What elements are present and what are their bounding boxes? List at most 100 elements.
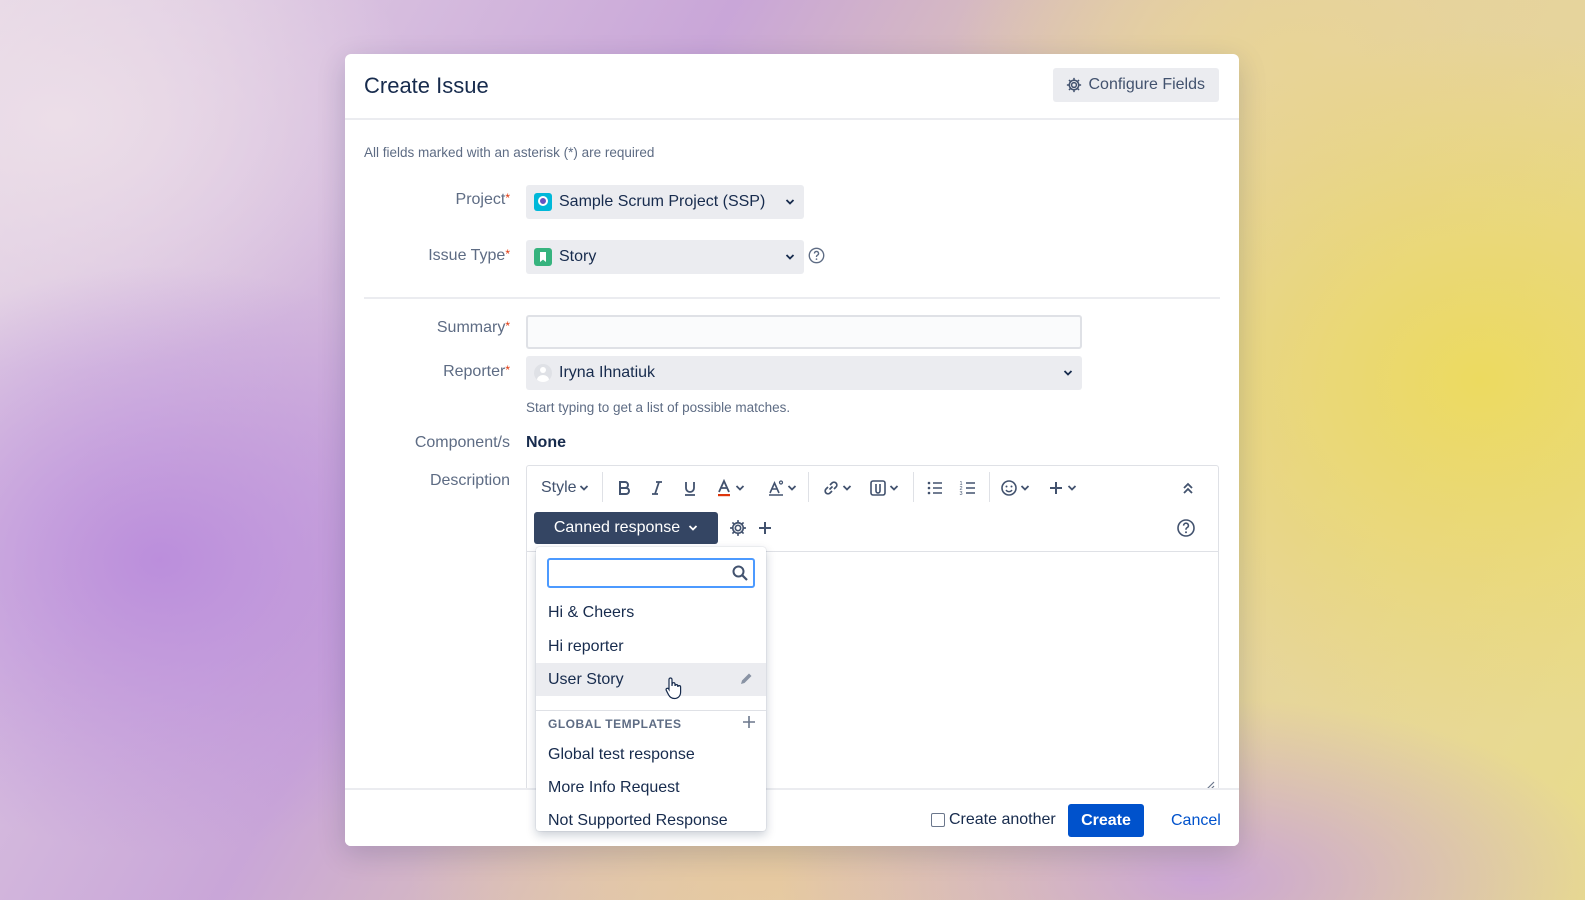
create-button[interactable]: Create [1068,804,1144,837]
chevron-down-icon [1063,370,1073,376]
reporter-hint: Start typing to get a list of possible m… [526,400,791,415]
global-templates-heading: GLOBAL TEMPLATES [548,717,682,731]
canned-item[interactable]: Global test response [536,738,766,771]
link-icon [824,481,838,495]
insert-more-button[interactable] [1047,476,1077,500]
reporter-value: Iryna Ihnatiuk [559,364,656,381]
components-label: Component/s [414,434,510,451]
canned-item-hovered[interactable]: User Story [536,663,766,696]
issue-type-select[interactable]: Story [526,240,804,274]
chevron-down-icon [579,485,588,491]
chevron-down-icon [735,485,745,491]
toolbar-divider [808,472,809,502]
attachment-button[interactable] [869,476,899,500]
dialog-footer: Create another Create Cancel [345,788,1239,846]
help-icon [1177,519,1195,537]
description-label: Description [429,472,510,489]
project-label-text: Project [455,191,506,208]
required-asterisk: * [505,363,510,377]
canned-settings-button[interactable] [728,518,748,538]
gear-icon [730,520,746,536]
gear-icon [1066,77,1081,93]
project-select[interactable]: Sample Scrum Project (SSP) [526,185,804,219]
canned-search-field[interactable] [547,558,755,588]
required-note: All fields marked with an asterisk (*) a… [364,145,655,160]
summary-input[interactable] [526,315,1082,349]
chevron-down-icon [1067,485,1077,491]
underline-icon [685,482,695,496]
dialog-header: Create Issue Configure Fields [345,54,1239,120]
plus-icon[interactable] [741,714,757,730]
configure-fields-button[interactable]: Configure Fields [1052,68,1219,102]
summary-label: Summary* [345,319,510,337]
cancel-link[interactable]: Cancel [1171,812,1221,830]
create-another-checkbox[interactable] [931,813,945,827]
numbered-list-button[interactable]: 123 [959,476,977,500]
search-icon [732,565,748,581]
hand-cursor-icon [665,677,682,700]
dialog-title: Create Issue [364,73,489,98]
toolbar-divider [913,472,914,502]
components-value: None [526,434,566,451]
svg-text:3: 3 [960,491,963,497]
canned-item[interactable]: More Info Request [536,771,766,804]
configure-fields-label: Configure Fields [1088,76,1206,93]
add-canned-response-button[interactable] [755,518,775,538]
emoji-button[interactable] [1000,476,1030,500]
required-asterisk: * [505,191,510,205]
canned-item[interactable]: Not Supported Response [536,804,766,831]
create-another-toggle[interactable]: Create another [931,811,1056,829]
required-asterisk: * [505,319,510,333]
issue-type-label: Issue Type* [345,247,510,265]
italic-icon [652,481,662,495]
editor-help-button[interactable] [1176,518,1196,538]
link-button[interactable] [822,476,852,500]
bold-icon [619,481,630,495]
reporter-label: Reporter* [345,363,510,381]
toolbar-divider [602,472,603,502]
pencil-icon[interactable] [738,671,754,687]
chevron-double-up-icon [1183,482,1193,494]
create-another-label: Create another [949,811,1056,828]
text-effects-button[interactable] [767,476,797,500]
project-label: Project* [345,191,510,209]
chevron-down-icon [842,485,852,491]
canned-response-label: Canned response [553,519,681,536]
chevron-down-icon [785,254,795,260]
help-icon[interactable] [808,247,825,264]
required-asterisk: * [505,247,510,261]
text-color-button[interactable] [715,476,745,500]
toolbar-divider [989,472,990,502]
underline-button[interactable] [681,476,699,500]
story-icon [534,248,552,266]
section-divider [364,297,1220,299]
attachment-icon [870,480,886,496]
menu-divider [536,710,766,711]
project-value: Sample Scrum Project (SSP) [559,193,766,210]
italic-button[interactable] [648,476,666,500]
canned-item[interactable]: Hi & Cheers [536,596,766,629]
issue-type-value: Story [559,248,597,265]
project-avatar-icon [534,193,552,211]
emoji-icon [1001,480,1017,496]
chevron-down-icon [785,199,795,205]
create-issue-dialog: Create Issue Configure Fields All fields… [345,54,1239,846]
bullet-list-icon [927,481,942,495]
canned-response-menu: Hi & Cheers Hi reporter User Story GLOBA… [536,547,766,831]
style-dropdown[interactable]: Style [541,476,589,500]
chevron-down-icon [689,525,698,531]
plus-icon [759,522,771,534]
chevron-down-icon [1020,485,1030,491]
collapse-toolbar-button[interactable] [1179,476,1197,500]
editor-toolbar: Style 1 2 3 [527,466,1218,510]
canned-item[interactable]: Hi reporter [536,630,766,663]
summary-label-text: Summary [436,319,506,336]
canned-response-button[interactable]: Canned response [534,512,718,544]
avatar [534,364,552,382]
bold-button[interactable] [615,476,633,500]
numbered-list-icon: 123 [960,481,975,497]
canned-response-toolbar: Canned response [527,510,1218,552]
reporter-select[interactable]: Iryna Ihnatiuk [526,356,1082,390]
bullet-list-button[interactable] [926,476,944,500]
reporter-label-text: Reporter [443,363,506,380]
